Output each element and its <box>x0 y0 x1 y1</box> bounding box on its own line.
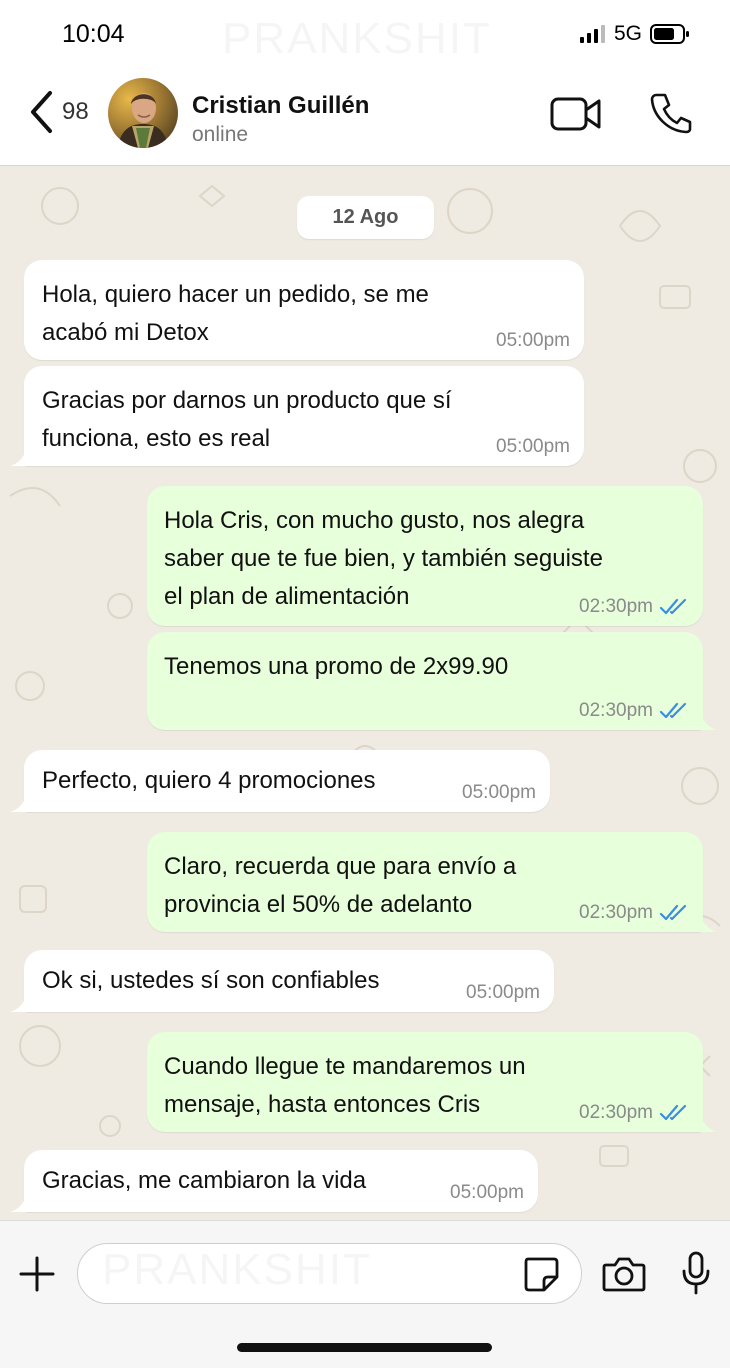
camera-icon <box>602 1257 646 1292</box>
chat-area[interactable]: PRANKSHIT 12 Ago Hola, quiero hacer un p… <box>0 166 730 1220</box>
video-call-button[interactable] <box>550 96 602 137</box>
plus-icon <box>19 1256 55 1292</box>
bubble-tail <box>695 708 717 730</box>
contact-name[interactable]: Cristian Guillén <box>192 92 369 120</box>
sticker-icon <box>524 1257 559 1292</box>
signal-icon <box>579 25 605 43</box>
message-meta: 02:30pm <box>579 700 689 722</box>
bubble-tail <box>695 1110 717 1132</box>
message-meta: 05:00pm <box>462 782 536 804</box>
message-outgoing[interactable]: Cuando llegue te mandaremos un mensaje, … <box>147 1032 717 1132</box>
watermark: PRANKSHIT <box>222 14 492 64</box>
message-time: 02:30pm <box>579 902 653 923</box>
camera-button[interactable] <box>602 1255 646 1298</box>
microphone-button[interactable] <box>680 1251 712 1300</box>
back-chevron-icon <box>31 91 52 133</box>
message-incoming[interactable]: Ok si, ustedes sí son confiables 05:00pm <box>10 950 554 1012</box>
message-meta: 02:30pm <box>579 902 689 924</box>
message-outgoing[interactable]: Claro, recuerda que para envío a provinc… <box>147 832 717 932</box>
message-time: 02:30pm <box>579 596 653 617</box>
message-outgoing[interactable]: Tenemos una promo de 2x99.90 02:30pm <box>147 632 717 730</box>
attach-button[interactable] <box>18 1255 56 1298</box>
message-meta: 05:00pm <box>450 1182 524 1204</box>
double-check-icon <box>659 702 687 719</box>
contact-status: online <box>192 123 249 146</box>
message-meta: 05:00pm <box>496 330 570 352</box>
phone-icon <box>650 93 692 134</box>
voice-call-button[interactable] <box>650 92 692 139</box>
back-button[interactable]: 98 <box>28 90 89 134</box>
network-type: 5G <box>613 22 642 45</box>
status-time: 10:04 <box>62 20 125 48</box>
battery-icon <box>650 24 689 44</box>
double-check-icon <box>659 1104 687 1121</box>
avatar[interactable] <box>108 78 178 148</box>
message-time: 05:00pm <box>450 1182 524 1203</box>
message-text: Gracias, me cambiaron la vida <box>42 1167 367 1194</box>
message-time: 05:00pm <box>496 330 570 351</box>
message-time: 05:00pm <box>466 982 540 1003</box>
status-bar: 10:04 PRANKSHIT 5G <box>0 0 730 70</box>
message-time: 02:30pm <box>579 700 653 721</box>
bubble-tail <box>10 444 32 466</box>
message-time: 02:30pm <box>579 1102 653 1123</box>
microphone-icon <box>682 1251 710 1295</box>
message-text: Ok si, ustedes sí son confiables <box>42 967 380 994</box>
message-outgoing[interactable]: Hola Cris, con mucho gusto, nos alegra s… <box>147 486 703 626</box>
sticker-button[interactable] <box>522 1255 560 1298</box>
bubble-tail <box>10 990 32 1012</box>
message-meta: 02:30pm <box>579 1102 689 1124</box>
double-check-icon <box>659 598 687 615</box>
bubble-tail <box>10 790 32 812</box>
video-camera-icon <box>550 97 601 131</box>
bubble-tail <box>695 910 717 932</box>
message-meta: 05:00pm <box>496 436 570 458</box>
message-time: 05:00pm <box>496 436 570 457</box>
message-time: 05:00pm <box>462 782 536 803</box>
unread-count: 98 <box>62 98 89 125</box>
message-incoming[interactable]: Gracias, me cambiaron la vida 05:00pm <box>10 1150 538 1212</box>
message-text: Hola, quiero hacer un pedido, se me acab… <box>42 281 429 346</box>
bubble-tail <box>10 1190 32 1212</box>
message-text: Tenemos una promo de 2x99.90 <box>164 653 509 680</box>
double-check-icon <box>659 904 687 921</box>
message-incoming[interactable]: Gracias por darnos un producto que sí fu… <box>10 366 584 466</box>
message-text: Gracias por darnos un producto que sí fu… <box>42 387 452 452</box>
input-bar: PRANKSHIT <box>0 1220 730 1368</box>
status-indicators: 5G <box>579 22 690 46</box>
message-incoming[interactable]: Perfecto, quiero 4 promociones 05:00pm <box>10 750 550 812</box>
date-chip: 12 Ago <box>297 196 434 239</box>
message-incoming[interactable]: Hola, quiero hacer un pedido, se me acab… <box>24 260 584 360</box>
chat-header: 98 Cristian Guillén online <box>0 70 730 166</box>
message-text: Perfecto, quiero 4 promociones <box>42 767 376 794</box>
home-indicator[interactable] <box>237 1343 492 1352</box>
message-meta: 02:30pm <box>579 596 689 618</box>
message-input[interactable] <box>77 1243 582 1304</box>
message-meta: 05:00pm <box>466 982 540 1004</box>
